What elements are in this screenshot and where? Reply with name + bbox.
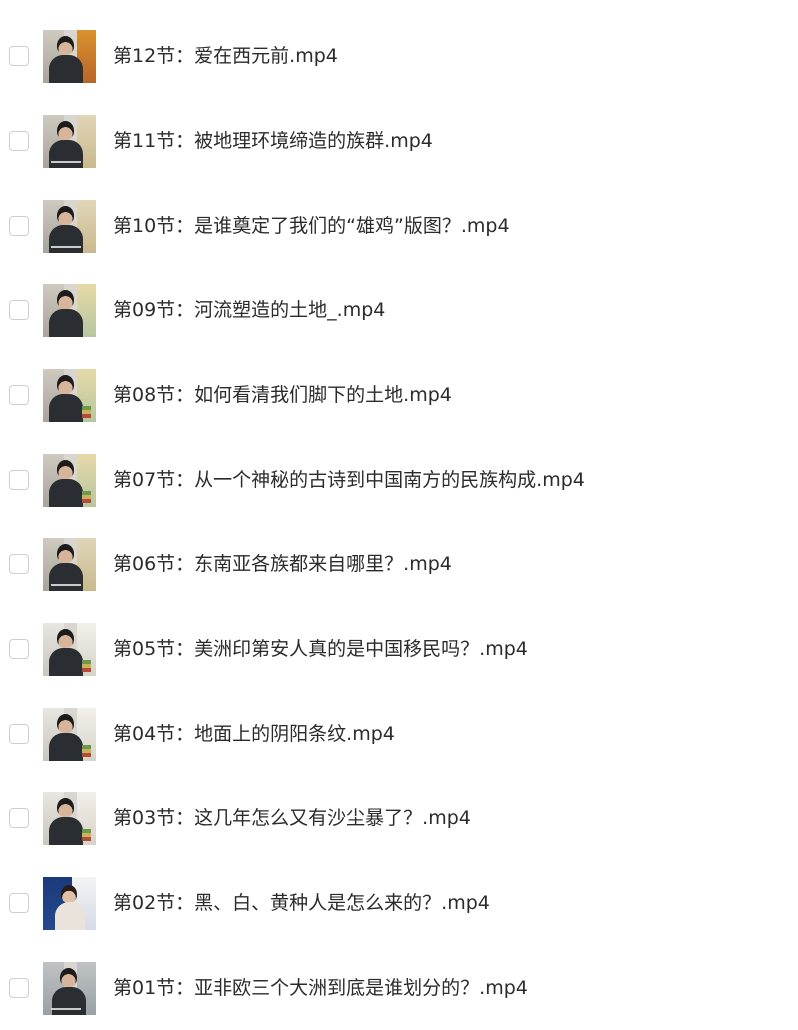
- video-thumbnail[interactable]: [43, 791, 96, 845]
- list-item[interactable]: 第02节：黑、白、黄种人是怎么来的？.mp4: [0, 861, 798, 945]
- file-name[interactable]: 第11节：被地理环境缔造的族群.mp4: [113, 129, 433, 153]
- checkbox[interactable]: [9, 470, 29, 490]
- file-name[interactable]: 第01节：亚非欧三个大洲到底是谁划分的？.mp4: [113, 976, 528, 1000]
- file-name[interactable]: 第09节：河流塑造的土地_.mp4: [113, 298, 385, 322]
- video-thumbnail[interactable]: [43, 622, 96, 676]
- list-item[interactable]: 第03节：这几年怎么又有沙尘暴了？.mp4: [0, 776, 798, 860]
- video-thumbnail[interactable]: [43, 707, 96, 761]
- file-name[interactable]: 第02节：黑、白、黄种人是怎么来的？.mp4: [113, 891, 490, 915]
- list-item[interactable]: 第08节：如何看清我们脚下的土地.mp4: [0, 353, 798, 437]
- checkbox[interactable]: [9, 724, 29, 744]
- video-thumbnail[interactable]: [43, 537, 96, 591]
- video-thumbnail[interactable]: [43, 29, 96, 83]
- list-item[interactable]: 第07节：从一个神秘的古诗到中国南方的民族构成.mp4: [0, 438, 798, 522]
- file-name[interactable]: 第10节：是谁奠定了我们的“雄鸡”版图？.mp4: [113, 214, 510, 238]
- checkbox[interactable]: [9, 131, 29, 151]
- list-item[interactable]: 第05节：美洲印第安人真的是中国移民吗？.mp4: [0, 607, 798, 691]
- checkbox[interactable]: [9, 554, 29, 574]
- video-thumbnail[interactable]: [43, 283, 96, 337]
- list-item[interactable]: 第01节：亚非欧三个大洲到底是谁划分的？.mp4: [0, 946, 798, 1030]
- checkbox[interactable]: [9, 385, 29, 405]
- checkbox[interactable]: [9, 639, 29, 659]
- list-item[interactable]: 第09节：河流塑造的土地_.mp4: [0, 268, 798, 352]
- file-name[interactable]: 第12节：爱在西元前.mp4: [113, 44, 338, 68]
- video-thumbnail[interactable]: [43, 114, 96, 168]
- checkbox[interactable]: [9, 893, 29, 913]
- checkbox[interactable]: [9, 216, 29, 236]
- video-thumbnail[interactable]: [43, 453, 96, 507]
- checkbox[interactable]: [9, 808, 29, 828]
- file-name[interactable]: 第03节：这几年怎么又有沙尘暴了？.mp4: [113, 806, 471, 830]
- video-thumbnail[interactable]: [43, 368, 96, 422]
- checkbox[interactable]: [9, 300, 29, 320]
- file-name[interactable]: 第05节：美洲印第安人真的是中国移民吗？.mp4: [113, 637, 528, 661]
- file-name[interactable]: 第04节：地面上的阴阳条纹.mp4: [113, 722, 395, 746]
- file-name[interactable]: 第07节：从一个神秘的古诗到中国南方的民族构成.mp4: [113, 468, 585, 492]
- checkbox[interactable]: [9, 978, 29, 998]
- checkbox[interactable]: [9, 46, 29, 66]
- file-list: 第12节：爱在西元前.mp4 第11节：被地理环境缔造的族群.mp4 第10节：…: [0, 0, 798, 1024]
- list-item[interactable]: 第04节：地面上的阴阳条纹.mp4: [0, 692, 798, 776]
- video-thumbnail[interactable]: [43, 876, 96, 930]
- list-item[interactable]: 第11节：被地理环境缔造的族群.mp4: [0, 99, 798, 183]
- video-thumbnail[interactable]: [43, 199, 96, 253]
- video-thumbnail[interactable]: [43, 961, 96, 1015]
- file-name[interactable]: 第06节：东南亚各族都来自哪里？.mp4: [113, 552, 452, 576]
- list-item[interactable]: 第06节：东南亚各族都来自哪里？.mp4: [0, 522, 798, 606]
- file-name[interactable]: 第08节：如何看清我们脚下的土地.mp4: [113, 383, 452, 407]
- list-item[interactable]: 第12节：爱在西元前.mp4: [0, 14, 798, 98]
- list-item[interactable]: 第10节：是谁奠定了我们的“雄鸡”版图？.mp4: [0, 184, 798, 268]
